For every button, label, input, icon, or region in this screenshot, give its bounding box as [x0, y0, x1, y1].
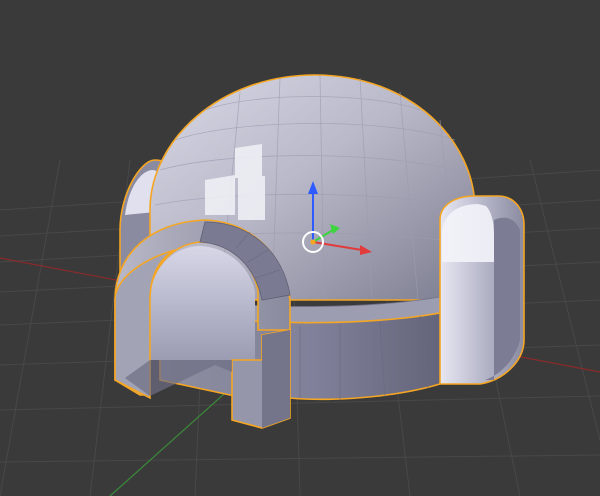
origin-dot-icon [310, 239, 316, 245]
entrance-arch-inner [150, 246, 255, 360]
igloo-mesh[interactable] [114, 74, 525, 429]
3d-viewport[interactable] [0, 0, 600, 496]
viewport-canvas[interactable] [0, 0, 600, 496]
